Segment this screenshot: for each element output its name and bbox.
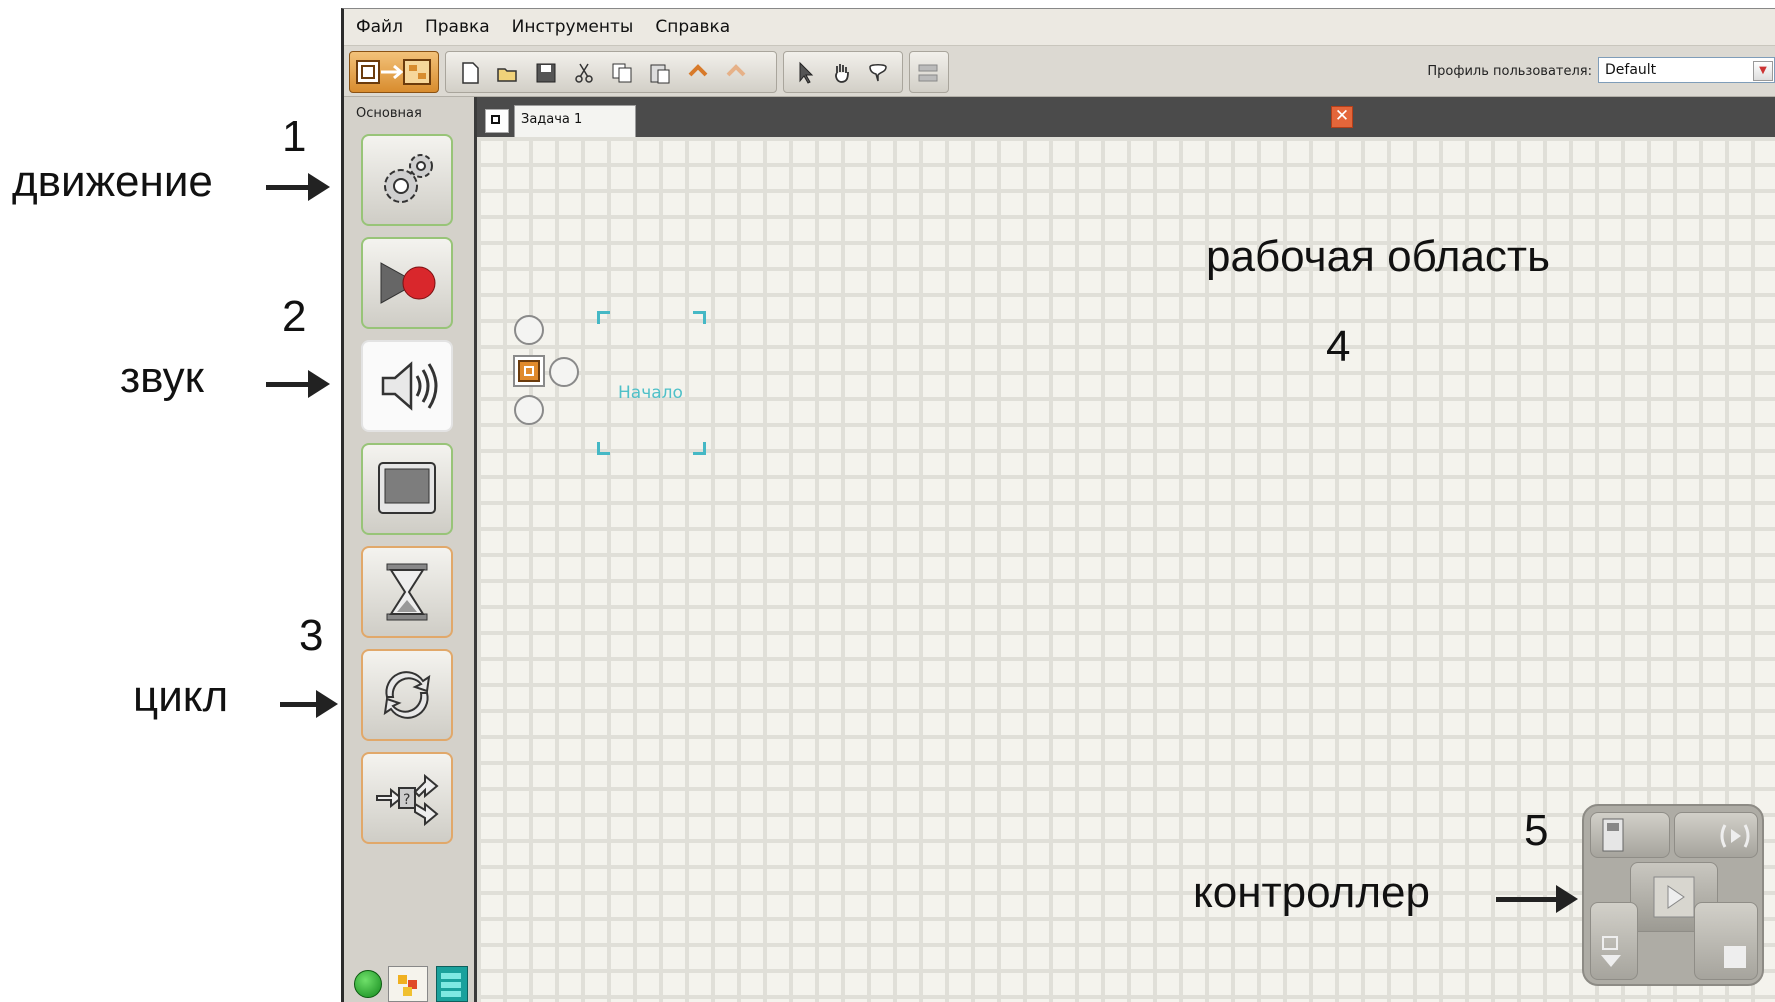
- stop-button[interactable]: [1694, 902, 1758, 980]
- sequence-port-top[interactable]: [514, 315, 544, 345]
- tab-task-1[interactable]: Задача 1: [514, 105, 636, 137]
- nxt-window-button[interactable]: [1590, 812, 1670, 858]
- new-file-icon[interactable]: [458, 61, 482, 85]
- mode-switch-icon: [356, 59, 431, 85]
- cut-icon[interactable]: [572, 61, 596, 85]
- user-profile-select[interactable]: Default ▼: [1598, 57, 1775, 83]
- palette-tab-common[interactable]: Основная: [356, 106, 422, 121]
- record-play-icon: [380, 262, 436, 304]
- label-number-2: 2: [282, 292, 307, 341]
- comment-icon[interactable]: [866, 61, 890, 85]
- stop-icon: [1724, 946, 1746, 968]
- sound-block-button[interactable]: [361, 340, 453, 432]
- hand-icon[interactable]: [830, 61, 854, 85]
- label-controller: контроллер: [1193, 868, 1430, 917]
- drop-bracket: [597, 311, 610, 324]
- label-number-5: 5: [1524, 806, 1549, 855]
- record-play-block-button[interactable]: [361, 237, 453, 329]
- arrow-loop: [280, 690, 338, 718]
- menu-edit[interactable]: Правка: [413, 9, 500, 37]
- block-palette: Основная ?: [344, 97, 477, 1002]
- start-label: Начало: [618, 383, 683, 403]
- sound-icon: [381, 361, 438, 411]
- save-icon[interactable]: [534, 61, 558, 85]
- chevron-down-icon[interactable]: ▼: [1753, 61, 1773, 81]
- workspace-canvas[interactable]: Начало: [477, 137, 1775, 1002]
- menu-tools[interactable]: Инструменты: [500, 9, 644, 37]
- menu-file[interactable]: Файл: [344, 9, 413, 37]
- display-icon: [378, 462, 436, 514]
- nxt-controller: [1582, 804, 1764, 986]
- motion-block-button[interactable]: [361, 134, 453, 226]
- arrow-controller: [1496, 885, 1578, 913]
- user-profile-label: Профиль пользователя:: [1427, 64, 1592, 79]
- label-number-1: 1: [282, 112, 307, 161]
- mode-switch-button[interactable]: [349, 51, 439, 93]
- loop-icon: [383, 671, 431, 719]
- common-palette-tab[interactable]: [354, 970, 382, 998]
- sequence-port-bottom[interactable]: [514, 395, 544, 425]
- wait-hourglass-icon: [386, 563, 428, 621]
- drop-bracket: [597, 442, 610, 455]
- menu-bar: Файл Правка Инструменты Справка: [344, 9, 1775, 46]
- label-loop: цикл: [133, 672, 229, 721]
- program-icon: [485, 109, 509, 133]
- svg-text:?: ?: [403, 792, 410, 808]
- nxt-software-window: Файл Правка Инструменты Справка Профиль …: [341, 8, 1775, 1002]
- user-profile-value: Default: [1605, 62, 1657, 78]
- arrow-sound: [266, 370, 330, 398]
- wait-block-button[interactable]: [361, 546, 453, 638]
- label-number-4: 4: [1326, 322, 1351, 371]
- download-icon: [1601, 936, 1621, 967]
- download-button[interactable]: [1590, 902, 1638, 980]
- label-sound: звук: [120, 353, 204, 402]
- start-block[interactable]: [513, 312, 579, 432]
- display-block-button[interactable]: [361, 443, 453, 535]
- drop-bracket: [693, 442, 706, 455]
- copy-icon[interactable]: [610, 61, 634, 85]
- menu-help[interactable]: Справка: [643, 9, 740, 37]
- pointer-icon[interactable]: [794, 61, 818, 85]
- download-run-selected-icon: [1720, 824, 1750, 848]
- switch-block-button[interactable]: ?: [361, 752, 453, 844]
- program-tabbar: Задача 1 ✕: [477, 97, 1775, 137]
- custom-palette-tab[interactable]: [436, 966, 468, 1002]
- download-run-selected-button[interactable]: [1674, 812, 1758, 858]
- label-number-3: 3: [299, 611, 324, 660]
- label-workspace: рабочая область: [1206, 232, 1551, 281]
- label-motion: движение: [12, 157, 213, 206]
- loop-block-button[interactable]: [361, 649, 453, 741]
- sequence-port-right[interactable]: [549, 357, 579, 387]
- drop-bracket: [693, 311, 706, 324]
- nxt-window-icon: [1602, 818, 1624, 852]
- close-icon[interactable]: ✕: [1331, 106, 1353, 128]
- palette-bottom-tabs: [350, 964, 470, 1002]
- open-icon[interactable]: [496, 61, 520, 85]
- redo-icon[interactable]: [724, 61, 748, 85]
- pointer-tools-group: [783, 51, 903, 93]
- arrow-motion: [266, 173, 330, 201]
- download-run-icon: [1653, 876, 1695, 918]
- complete-palette-tab[interactable]: [388, 966, 428, 1002]
- config-group: [909, 51, 949, 93]
- undo-icon[interactable]: [686, 61, 710, 85]
- file-tools-group: [445, 51, 777, 93]
- start-icon: [513, 355, 545, 387]
- paste-icon[interactable]: [648, 61, 672, 85]
- toolbar: Профиль пользователя: Default ▼: [344, 46, 1775, 97]
- config-icon[interactable]: [916, 61, 940, 85]
- switch-icon: ?: [376, 773, 439, 827]
- motion-gears-icon: [384, 154, 433, 203]
